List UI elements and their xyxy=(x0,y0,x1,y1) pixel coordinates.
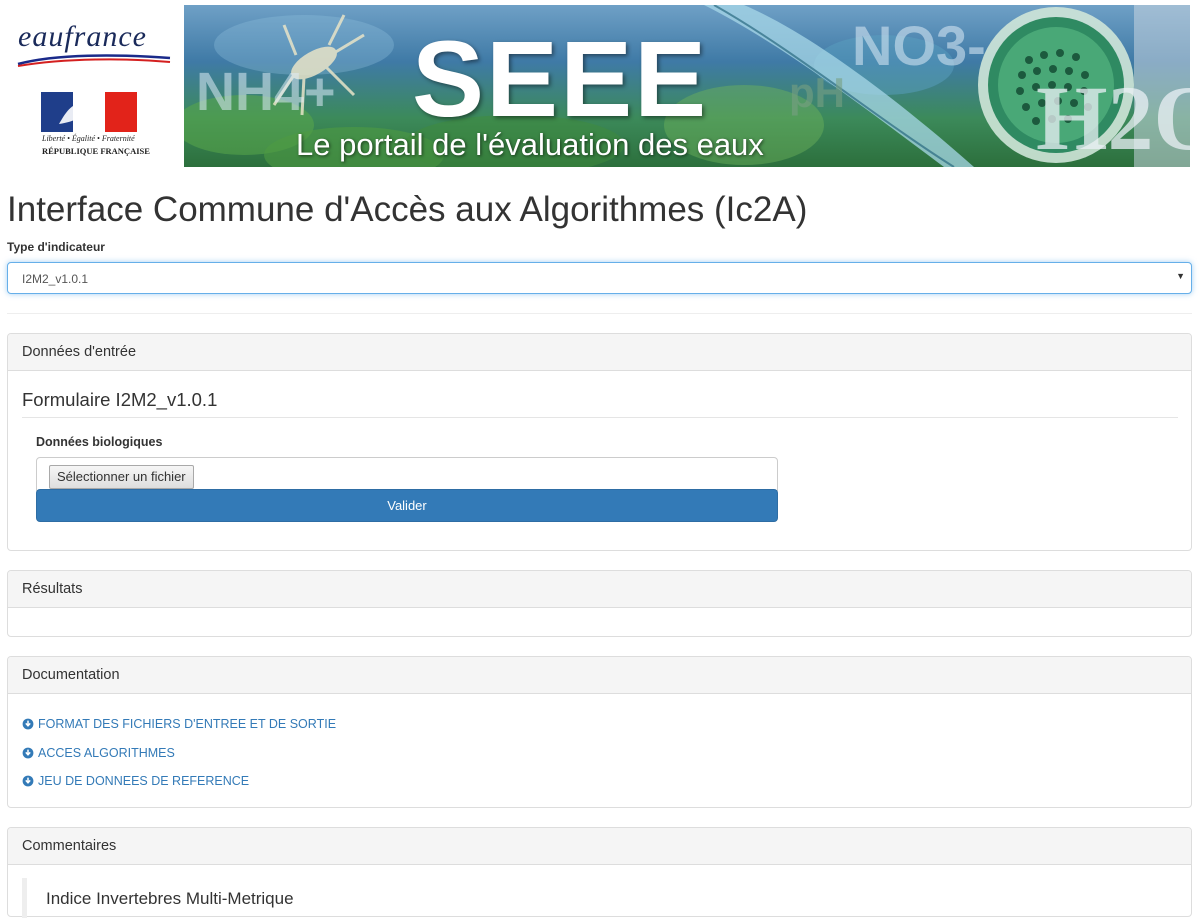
page-title: Interface Commune d'Accès aux Algorithme… xyxy=(7,190,808,229)
documentation-heading: Documentation xyxy=(8,657,1191,694)
indicator-type-value: I2M2_v1.0.1 xyxy=(22,272,89,286)
banner-ph-text: pH xyxy=(789,69,845,116)
marianne-profile-icon xyxy=(59,102,85,124)
doc-link-format-fichiers[interactable]: FORMAT DES FICHIERS D'ENTREE ET DE SORTI… xyxy=(22,710,1177,739)
logo-area[interactable]: eaufrance Liberté • Égalité • Fraternité… xyxy=(14,10,174,170)
doc-link-label: ACCES ALGORITHMES xyxy=(38,745,175,760)
eaufrance-logo[interactable]: eaufrance xyxy=(18,20,147,54)
doc-link-label: FORMAT DES FICHIERS D'ENTREE ET DE SORTI… xyxy=(38,717,337,732)
comment-blockquote: Indice Invertebres Multi-Metrique xyxy=(22,878,622,918)
form-title: Formulaire I2M2_v1.0.1 xyxy=(22,389,1178,418)
documentation-links: FORMAT DES FICHIERS D'ENTREE ET DE SORTI… xyxy=(8,694,1191,796)
input-data-panel: Données d'entrée Formulaire I2M2_v1.0.1 … xyxy=(7,333,1192,551)
indicator-type-label: Type d'indicateur xyxy=(7,240,105,254)
site-header: eaufrance Liberté • Égalité • Fraternité… xyxy=(0,0,1200,180)
comments-panel: Commentaires Indice Invertebres Multi-Me… xyxy=(7,827,1192,918)
eaufrance-swoosh-icon xyxy=(17,54,171,67)
divider xyxy=(7,313,1192,314)
doc-link-acces-algorithmes[interactable]: ACCES ALGORITHMES xyxy=(22,739,1177,768)
seee-banner[interactable]: NH4+ NO3- pH H2O SEEE Le portail de l'év… xyxy=(184,5,1190,167)
comments-heading: Commentaires xyxy=(8,828,1191,865)
biological-data-file-input[interactable]: Sélectionner un fichier xyxy=(36,457,778,491)
results-panel: Résultats xyxy=(7,570,1192,637)
select-file-button[interactable]: Sélectionner un fichier xyxy=(49,465,194,489)
banner-subtitle: Le portail de l'évaluation des eaux xyxy=(296,127,764,162)
banner-nh4-text: NH4+ xyxy=(196,62,336,122)
doc-link-jeu-donnees[interactable]: JEU DE DONNEES DE REFERENCE xyxy=(22,767,1177,796)
download-circle-icon xyxy=(22,775,34,787)
marianne-logo xyxy=(41,92,137,132)
input-data-heading: Données d'entrée xyxy=(8,334,1191,371)
download-circle-icon xyxy=(22,718,34,730)
banner-h2o-text: H2O xyxy=(1036,67,1190,167)
republique-devise: Liberté • Égalité • Fraternité xyxy=(42,134,135,143)
validate-button[interactable]: Valider xyxy=(36,489,778,522)
documentation-panel: Documentation FORMAT DES FICHIERS D'ENTR… xyxy=(7,656,1192,808)
caret-down-icon: ▼ xyxy=(1176,271,1185,281)
results-heading: Résultats xyxy=(8,571,1191,608)
indicator-type-select[interactable]: I2M2_v1.0.1 ▼ xyxy=(7,262,1192,294)
republique-name: RÉPUBLIQUE FRANÇAISE xyxy=(42,146,150,156)
download-circle-icon xyxy=(22,747,34,759)
banner-no3-text: NO3- xyxy=(852,14,986,77)
doc-link-label: JEU DE DONNEES DE REFERENCE xyxy=(38,774,250,789)
biological-data-label: Données biologiques xyxy=(36,435,163,449)
banner-title: SEEE xyxy=(412,18,709,139)
